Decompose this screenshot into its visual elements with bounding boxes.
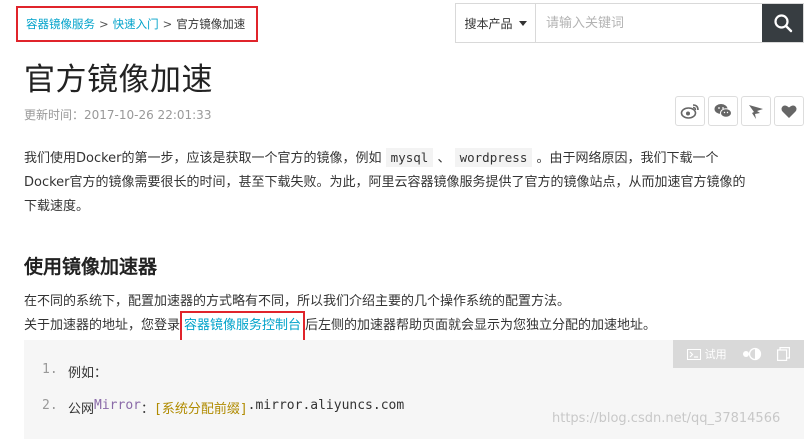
- code-text: 例如：: [68, 366, 108, 381]
- code-placeholder: [系统分配前缀]: [154, 402, 248, 417]
- intro-separator: 、: [437, 151, 451, 166]
- section-text: 关于加速器的地址，您登录: [24, 318, 181, 333]
- breadcrumb-link-container-registry[interactable]: 容器镜像服务: [26, 16, 95, 32]
- page-title: 官方镜像加速: [24, 62, 213, 98]
- search-scope-label: 搜本产品: [464, 16, 513, 31]
- intro-text: 下载速度。: [24, 199, 90, 214]
- section-text: 后左侧的加速器帮助页面就会显示为您独立分配的加速地址。: [305, 318, 657, 333]
- contrast-icon: [742, 347, 762, 361]
- wechat-icon: [714, 104, 732, 118]
- search-bar: 搜本产品: [455, 3, 804, 43]
- search-scope-select[interactable]: 搜本产品: [456, 4, 536, 42]
- code-text: 公网: [68, 402, 95, 417]
- intro-text: Docker官方的镜像需要很长的时间，甚至下载失败。为此，阿里云容器镜像服务提供…: [24, 175, 746, 190]
- search-input[interactable]: [536, 4, 762, 42]
- section-text: 在不同的系统下，配置加速器的方式略有不同，所以我们介绍主要的几个操作系统的配置方…: [24, 294, 571, 309]
- section-paragraph: 在不同的系统下，配置加速器的方式略有不同，所以我们介绍主要的几个操作系统的配置方…: [24, 290, 800, 345]
- wechat-share-button[interactable]: [708, 96, 738, 126]
- code-line: 1. 例如：: [42, 362, 107, 381]
- watermark-text: https://blog.csdn.net/qq_37814566: [552, 411, 781, 426]
- breadcrumb-separator: >: [99, 17, 109, 31]
- code-line: 2. 公网 Mirror： [系统分配前缀] .mirror.aliyuncs.com: [42, 398, 404, 417]
- inline-code-wordpress: wordpress: [454, 148, 533, 167]
- heart-icon: [781, 104, 797, 118]
- section-heading: 使用镜像加速器: [24, 256, 158, 278]
- copy-button[interactable]: [777, 347, 791, 361]
- favorite-button[interactable]: [774, 96, 804, 126]
- chevron-down-icon: [518, 20, 527, 26]
- breadcrumb-separator: >: [162, 17, 173, 31]
- search-button[interactable]: [762, 4, 803, 42]
- code-text: .mirror.aliyuncs.com: [247, 398, 405, 413]
- code-text: ：: [140, 402, 154, 417]
- try-button[interactable]: 试用: [686, 346, 727, 362]
- try-label: 试用: [704, 348, 727, 361]
- search-icon: [773, 14, 792, 33]
- weibo-icon: [680, 104, 699, 119]
- dingtalk-icon: [749, 105, 763, 119]
- intro-text: 我们使用Docker的第一步，应该是获取一个官方的镜像，例如: [24, 151, 382, 166]
- theme-toggle-button[interactable]: [742, 347, 762, 361]
- inline-code-mysql: mysql: [385, 148, 434, 167]
- copy-icon: [777, 347, 791, 361]
- updated-time: 更新时间：2017-10-26 22:01:33: [24, 108, 212, 122]
- line-number: 1.: [42, 362, 58, 377]
- intro-paragraph: 我们使用Docker的第一步，应该是获取一个官方的镜像，例如 mysql 、 w…: [24, 146, 800, 219]
- breadcrumb: 容器镜像服务 > 快速入门 > 官方镜像加速: [16, 6, 258, 42]
- weibo-share-button[interactable]: [675, 96, 705, 126]
- breadcrumb-link-quickstart[interactable]: 快速入门: [113, 16, 159, 32]
- intro-text: 。由于网络原因，我们下载一个: [536, 151, 719, 166]
- terminal-icon: [686, 348, 701, 360]
- dingtalk-share-button[interactable]: [741, 96, 771, 126]
- code-keyword: Mirror: [94, 398, 141, 413]
- breadcrumb-current: 官方镜像加速: [176, 17, 246, 31]
- code-toolbar: 试用: [673, 340, 804, 368]
- line-number: 2.: [42, 398, 58, 413]
